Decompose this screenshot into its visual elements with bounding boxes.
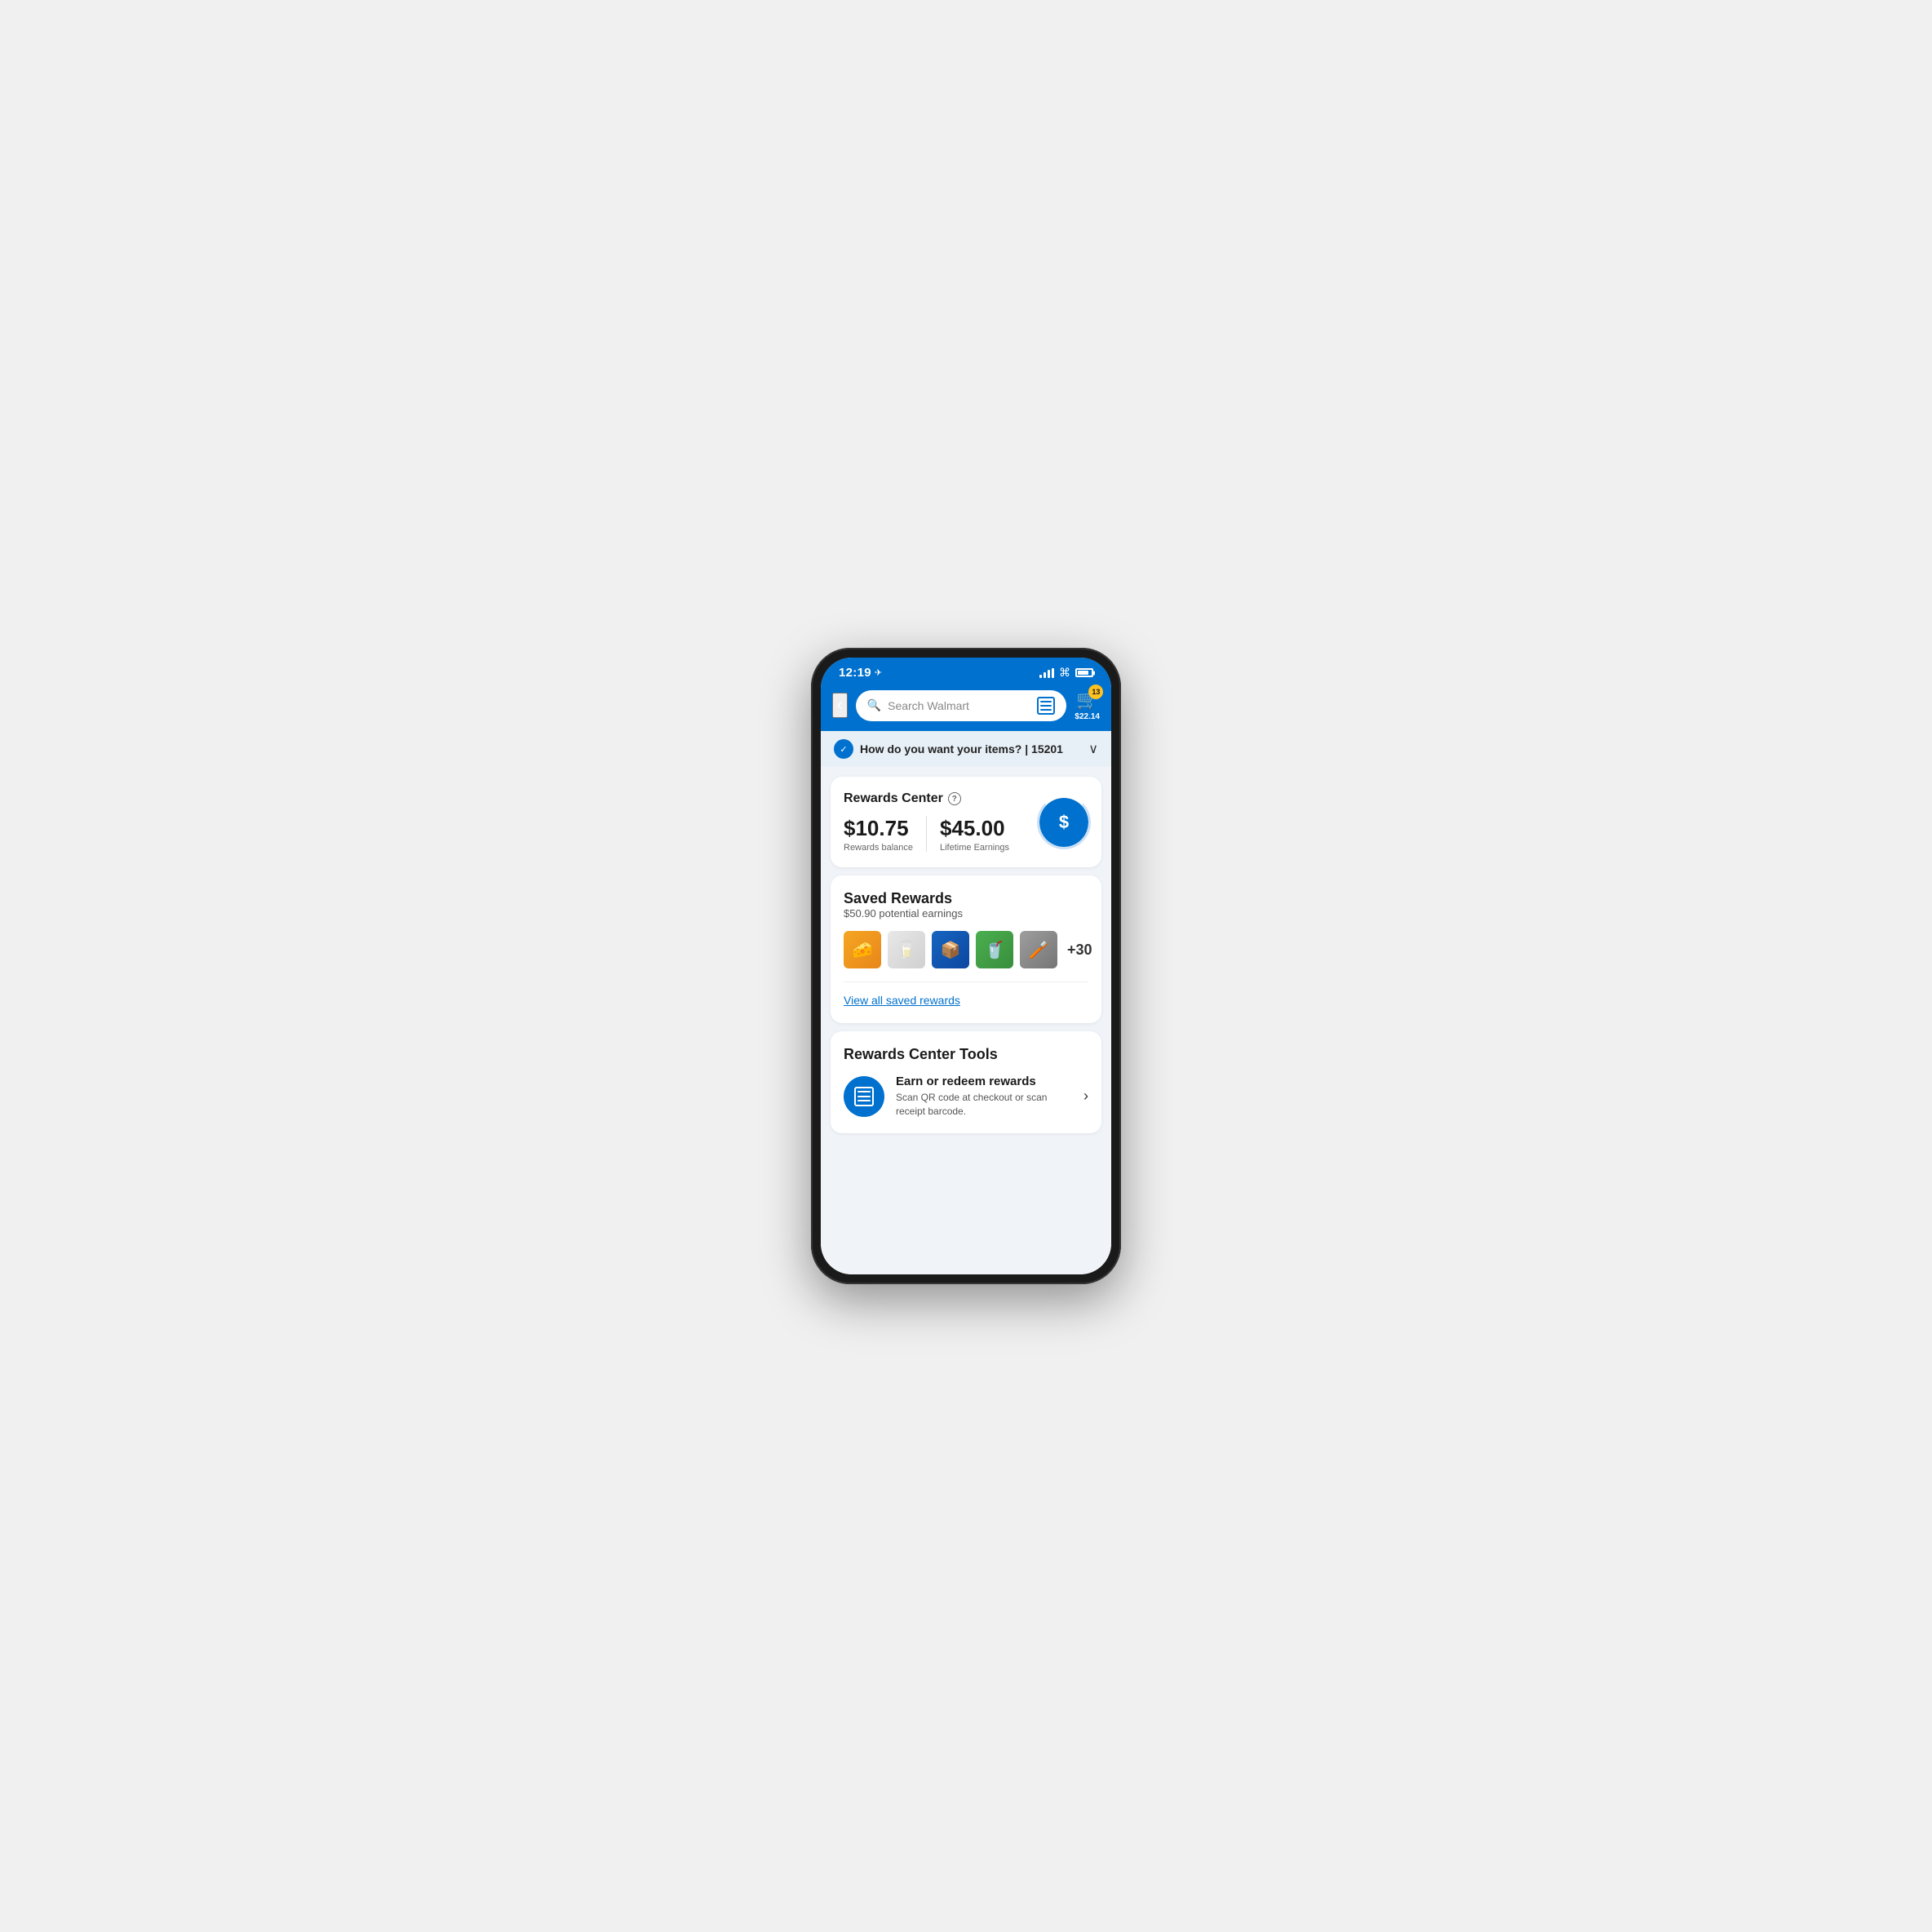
status-bar: 12:19 ✈ ⌘ [821, 658, 1111, 685]
rewards-left: Rewards Center ? $10.75 Rewards balance … [844, 791, 1039, 853]
search-icon: 🔍 [867, 698, 881, 712]
phone-screen: 12:19 ✈ ⌘ [821, 658, 1111, 1274]
lifetime-earnings-block: $45.00 Lifetime Earnings [940, 816, 1009, 853]
tool-text: Earn or redeem rewards Scan QR code at c… [896, 1075, 1072, 1119]
search-input-placeholder: Search Walmart [888, 699, 1030, 712]
barcode-scan-button[interactable] [1037, 697, 1055, 715]
products-row: 🧀 🥛 📦 🥤 🪥 [844, 931, 1088, 968]
tools-title: Rewards Center Tools [844, 1046, 998, 1062]
product-thumb-4: 🥤 [976, 931, 1013, 968]
rewards-tools-card: Rewards Center Tools Earn or redeem rewa… [831, 1031, 1101, 1133]
product-emoji-5: 🪥 [1029, 940, 1049, 960]
status-icons: ⌘ [1039, 666, 1093, 680]
barcode-icon [1037, 697, 1055, 715]
rewards-amounts: $10.75 Rewards balance $45.00 Lifetime E… [844, 816, 1039, 853]
battery-icon [1075, 668, 1093, 677]
tool-scan-icon [844, 1076, 884, 1117]
header-row: ‹ 🔍 Search Walmart [832, 689, 1100, 721]
dollar-icon: $ [1059, 812, 1069, 833]
view-all-saved-rewards-link[interactable]: View all saved rewards [844, 994, 960, 1007]
product-thumb-2: 🥛 [888, 931, 925, 968]
signal-bars-icon [1039, 668, 1054, 678]
delivery-bar[interactable]: ✓ How do you want your items? | 15201 ∨ [821, 731, 1111, 767]
rewards-title-row: Rewards Center ? [844, 791, 1039, 806]
delivery-left: ✓ How do you want your items? | 15201 [834, 739, 1063, 759]
saved-rewards-card: Saved Rewards $50.90 potential earnings … [831, 875, 1101, 1023]
product-emoji-3: 📦 [941, 940, 961, 960]
more-count: +30 [1067, 942, 1092, 959]
rewards-balance-block: $10.75 Rewards balance [844, 816, 913, 853]
cart-price: $22.14 [1075, 712, 1100, 721]
product-thumb-3: 📦 [932, 931, 969, 968]
checkmark-icon: ✓ [840, 744, 847, 755]
status-time: 12:19 [839, 666, 871, 680]
signal-bar-4 [1052, 668, 1054, 678]
rewards-center-title: Rewards Center [844, 791, 943, 806]
main-content: Rewards Center ? $10.75 Rewards balance … [821, 767, 1111, 1274]
lifetime-earnings-value: $45.00 [940, 816, 1009, 841]
signal-bar-1 [1039, 675, 1042, 678]
tool-item-scan[interactable]: Earn or redeem rewards Scan QR code at c… [844, 1075, 1088, 1119]
tool-item-title: Earn or redeem rewards [896, 1075, 1072, 1088]
signal-bar-2 [1044, 672, 1046, 678]
product-emoji-2: 🥛 [897, 940, 917, 960]
phone-frame: 12:19 ✈ ⌘ [811, 648, 1121, 1284]
rewards-circle-icon[interactable]: $ [1039, 798, 1088, 847]
saved-rewards-title: Saved Rewards [844, 890, 952, 906]
chevron-down-icon: ∨ [1088, 741, 1098, 757]
tool-barcode-icon [854, 1087, 874, 1106]
location-icon: ✈ [875, 667, 882, 678]
rewards-balance-value: $10.75 [844, 816, 913, 841]
tool-chevron-right-icon: › [1083, 1088, 1088, 1105]
potential-earnings-text: $50.90 potential earnings [844, 907, 1088, 919]
cart-icon-wrapper: 🛒 13 [1076, 689, 1098, 711]
delivery-text: How do you want your items? | 15201 [860, 742, 1063, 756]
search-bar[interactable]: 🔍 Search Walmart [856, 690, 1067, 721]
wifi-icon: ⌘ [1059, 666, 1070, 680]
app-header: ‹ 🔍 Search Walmart [821, 685, 1111, 731]
cart-button[interactable]: 🛒 13 $22.14 [1075, 689, 1100, 721]
signal-bar-3 [1048, 670, 1050, 678]
rewards-center-card: Rewards Center ? $10.75 Rewards balance … [831, 777, 1101, 867]
product-emoji-1: 🧀 [853, 940, 873, 960]
tool-item-description: Scan QR code at checkout or scan receipt… [896, 1091, 1072, 1119]
back-button[interactable]: ‹ [832, 693, 848, 718]
help-icon[interactable]: ? [948, 792, 961, 805]
cart-badge: 13 [1088, 685, 1103, 699]
rewards-balance-label: Rewards balance [844, 843, 913, 853]
lifetime-earnings-label: Lifetime Earnings [940, 843, 1009, 853]
battery-fill [1078, 671, 1088, 675]
delivery-icon: ✓ [834, 739, 853, 759]
phone-wrapper: 12:19 ✈ ⌘ [795, 631, 1137, 1301]
product-thumb-1: 🧀 [844, 931, 881, 968]
rewards-divider [926, 816, 927, 852]
product-thumb-5: 🪥 [1020, 931, 1057, 968]
product-emoji-4: 🥤 [985, 940, 1005, 960]
